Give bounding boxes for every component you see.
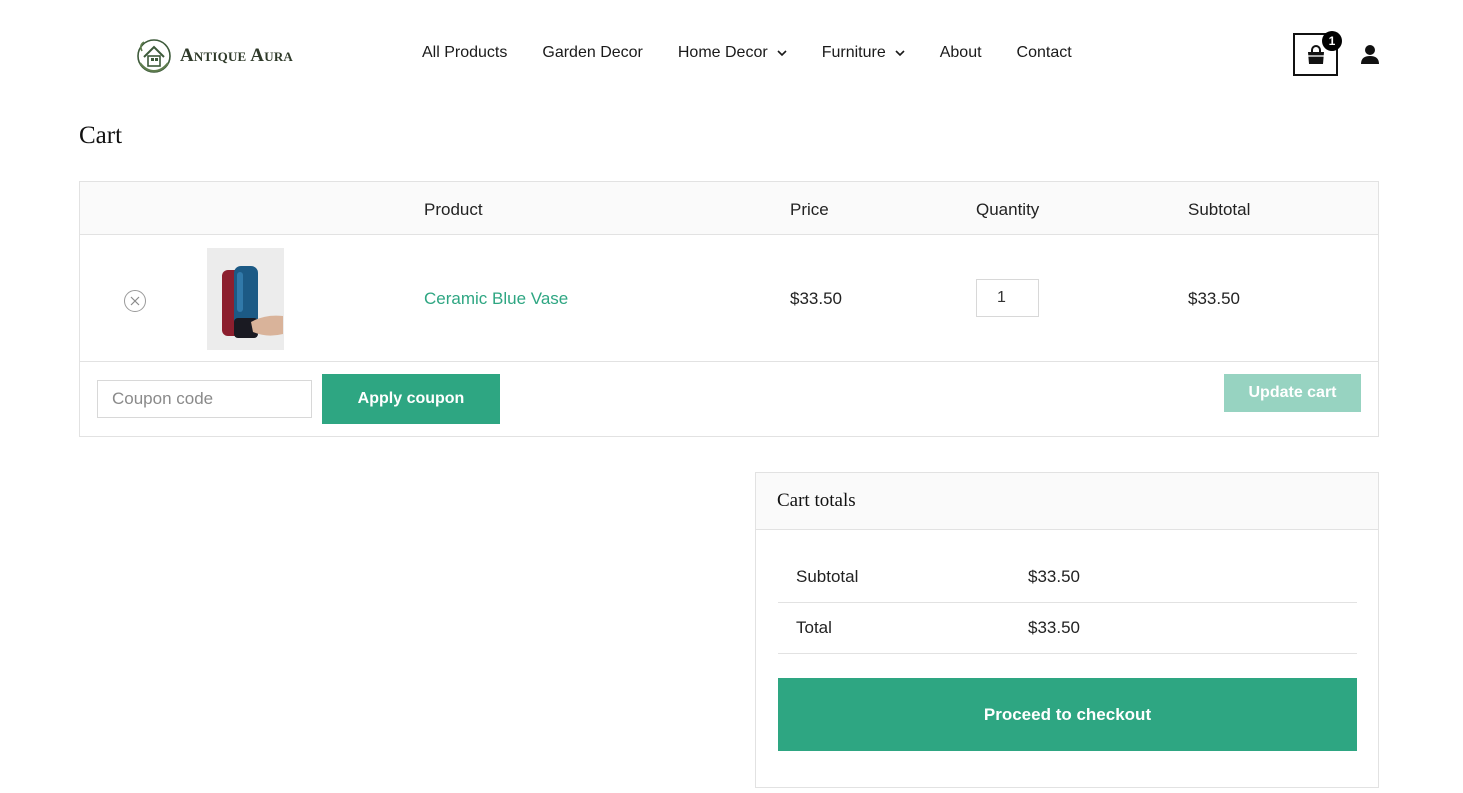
site-header: Antique Aura All Products Garden Decor H… <box>0 0 1463 110</box>
column-header-price: Price <box>790 200 829 219</box>
column-header-product: Product <box>424 200 483 219</box>
nav-item-furniture[interactable]: Furniture <box>822 44 905 62</box>
nav-item-label: Furniture <box>821 44 886 61</box>
product-name-link[interactable]: Ceramic Blue Vase <box>424 289 568 309</box>
brand-name: Antique Aura <box>180 45 293 66</box>
cart-table: Product Price Quantity Subtotal Ceramic … <box>79 181 1379 437</box>
site-logo[interactable]: Antique Aura <box>136 37 293 75</box>
column-header-quantity: Quantity <box>976 200 1040 219</box>
table-row: Ceramic Blue Vase $33.50 1 $33.50 <box>80 235 1378 362</box>
product-price: $33.50 <box>790 289 842 308</box>
main-nav: All Products Garden Decor Home Decor Fur… <box>422 44 1107 62</box>
chevron-down-icon <box>895 49 905 56</box>
nav-item-label: All Products <box>422 44 508 61</box>
page-title: Cart <box>79 122 123 149</box>
proceed-to-checkout-button[interactable]: Proceed to checkout <box>778 678 1357 751</box>
cart-count-badge: 1 <box>1322 31 1342 51</box>
logo-mark-icon <box>137 39 171 73</box>
remove-circle-icon <box>130 296 140 306</box>
quantity-input[interactable]: 1 <box>976 279 1039 317</box>
totals-row-total: Total $33.50 <box>778 603 1357 654</box>
nav-item-label: Contact <box>1016 44 1072 61</box>
coupon-code-input[interactable]: Coupon code <box>97 380 312 418</box>
total-label: Total <box>796 618 832 637</box>
cart-actions: Coupon code Apply coupon Update cart <box>80 362 1378 436</box>
nav-item-garden-decor[interactable]: Garden Decor <box>542 44 643 62</box>
nav-item-about[interactable]: About <box>940 44 982 62</box>
nav-item-label: Garden Decor <box>542 44 643 61</box>
product-thumbnail[interactable] <box>207 248 284 350</box>
subtotal-label: Subtotal <box>796 567 859 586</box>
cart-totals-header: Cart totals <box>756 473 1378 530</box>
subtotal-value: $33.50 <box>1028 567 1080 586</box>
total-value: $33.50 <box>1028 618 1080 637</box>
cart-totals-title: Cart totals <box>777 490 856 511</box>
nav-item-label: Home Decor <box>677 44 768 61</box>
table-header: Product Price Quantity Subtotal <box>80 182 1378 235</box>
remove-item-button[interactable] <box>124 290 146 312</box>
column-header-subtotal: Subtotal <box>1188 200 1251 219</box>
product-subtotal: $33.50 <box>1188 289 1240 308</box>
user-icon[interactable] <box>1360 44 1380 65</box>
cart-totals-panel: Cart totals Subtotal $33.50 Total $33.50… <box>755 472 1379 788</box>
update-cart-button[interactable]: Update cart <box>1224 374 1361 412</box>
nav-item-home-decor[interactable]: Home Decor <box>678 44 787 62</box>
nav-item-contact[interactable]: Contact <box>1017 44 1072 62</box>
nav-item-all-products[interactable]: All Products <box>422 44 507 62</box>
chevron-down-icon <box>777 49 787 56</box>
nav-item-label: About <box>939 44 982 61</box>
totals-row-subtotal: Subtotal $33.50 <box>778 552 1357 603</box>
apply-coupon-button[interactable]: Apply coupon <box>322 374 500 424</box>
